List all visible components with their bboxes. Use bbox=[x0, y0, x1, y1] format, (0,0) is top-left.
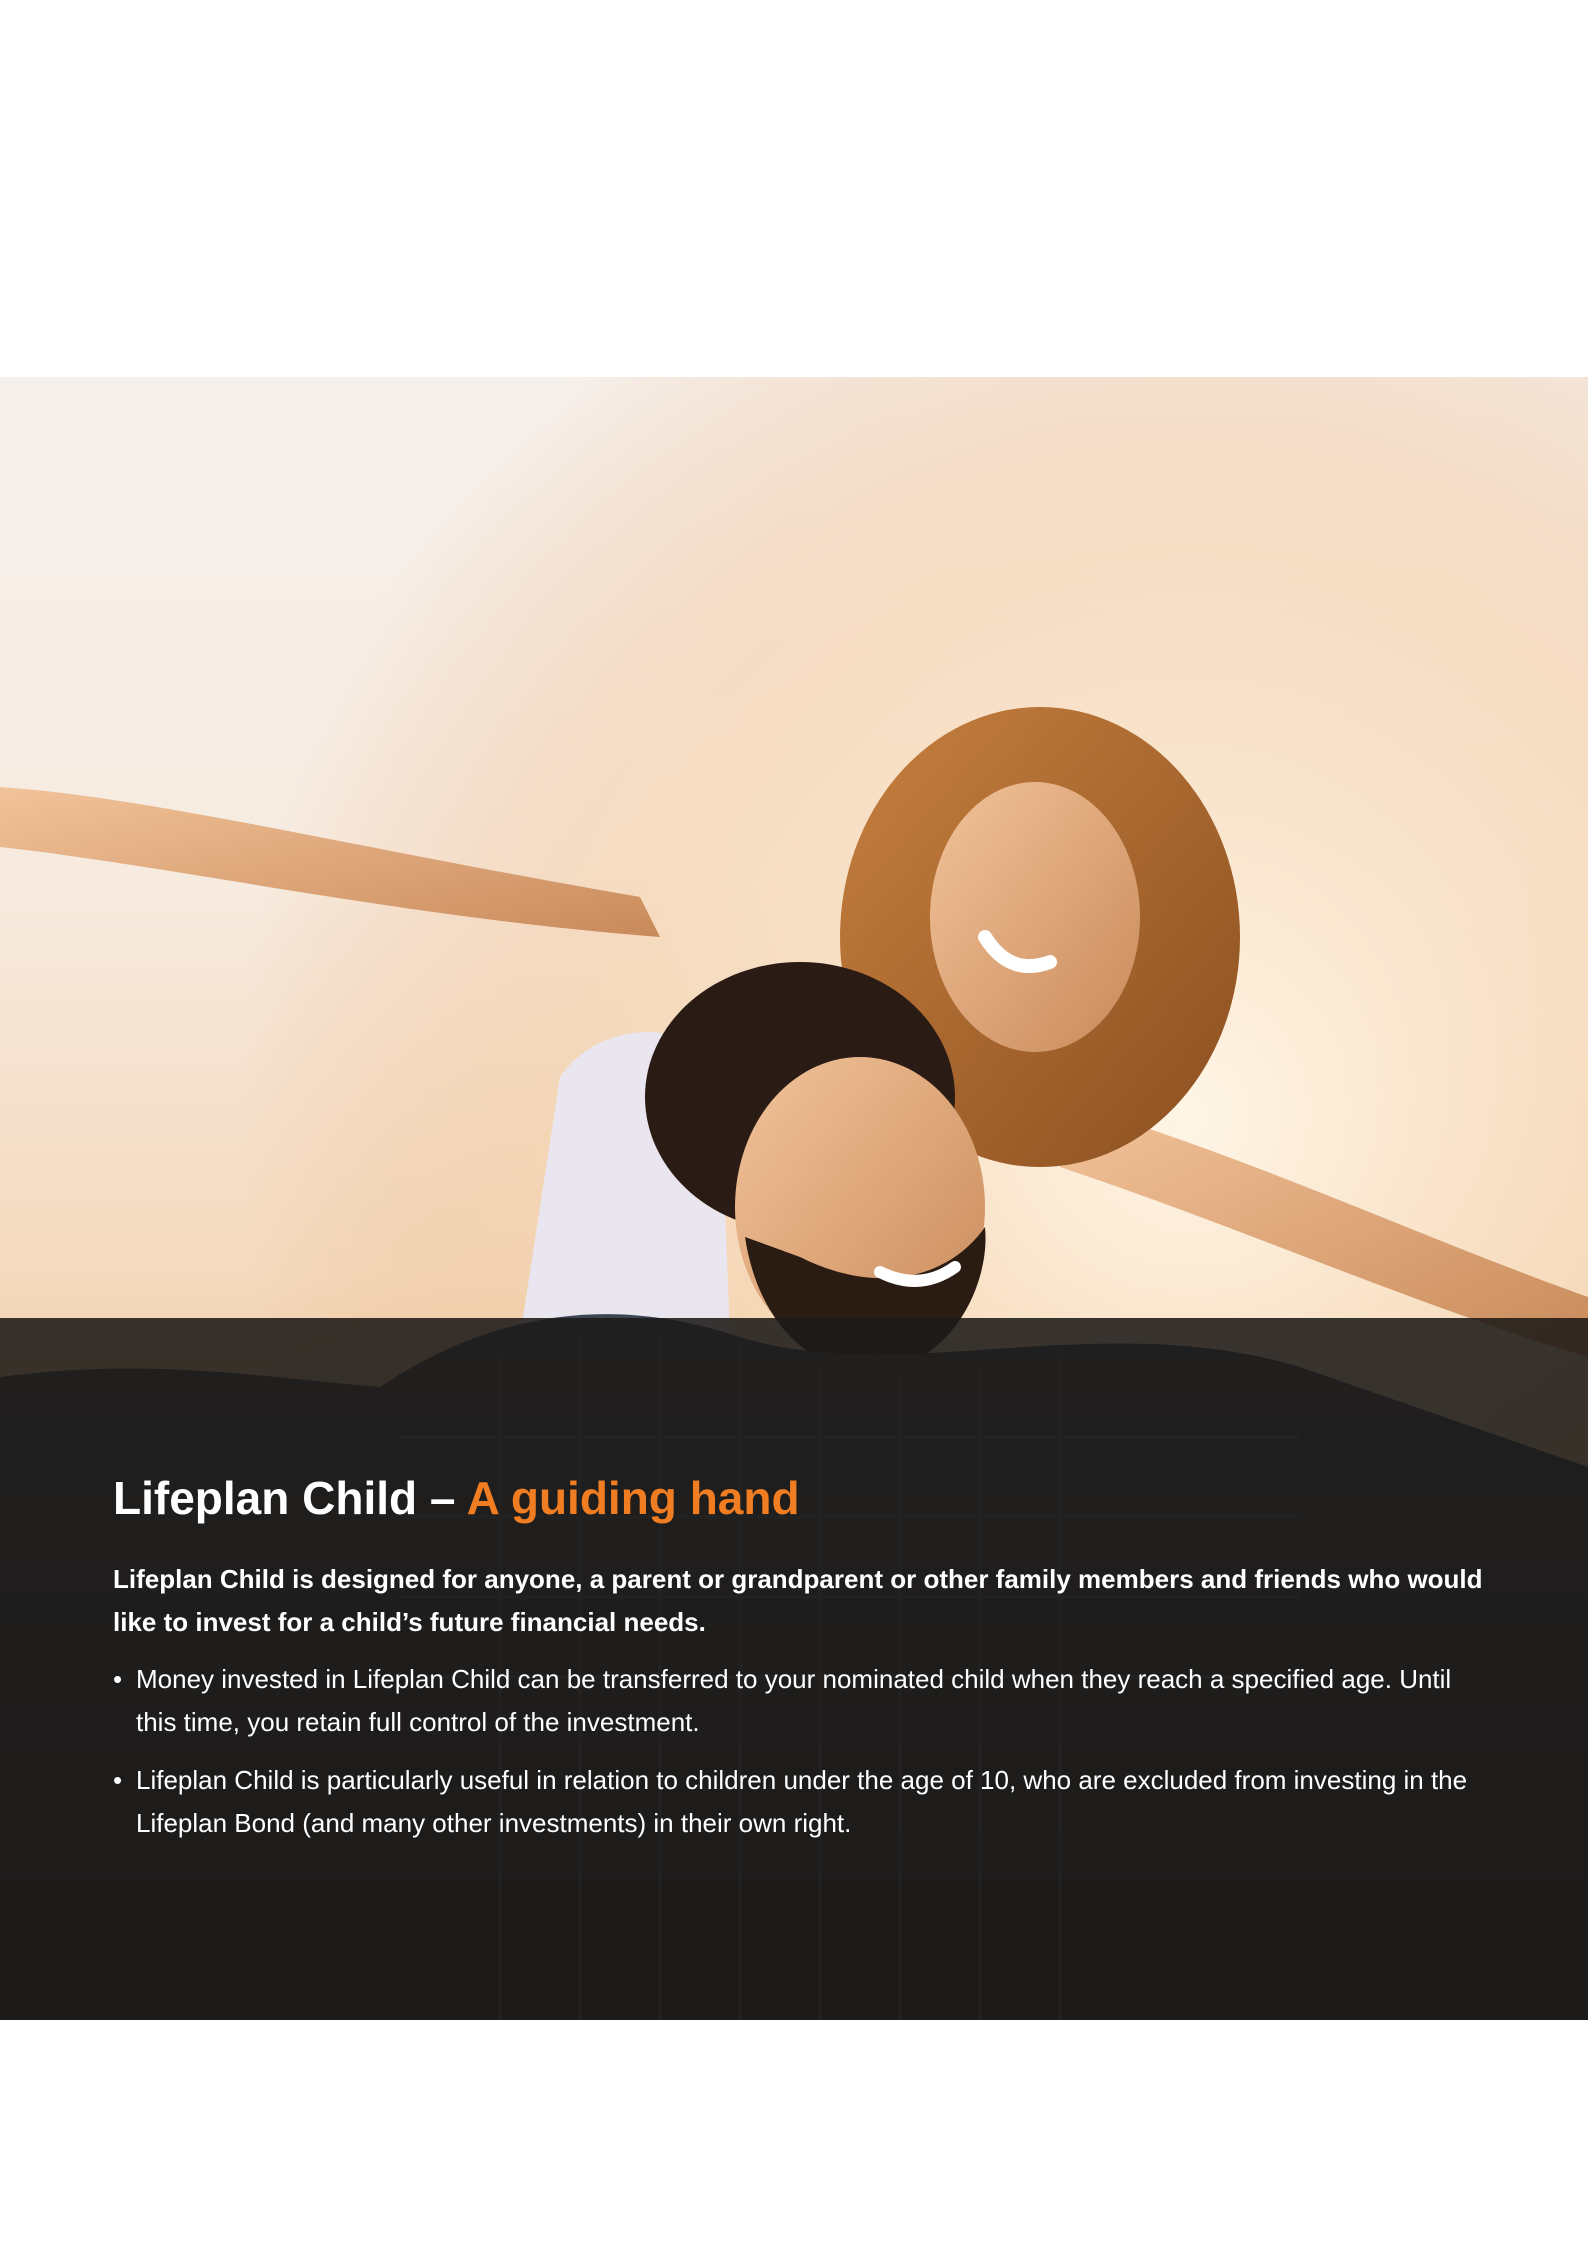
bullet-text: Money invested in Lifeplan Child can be … bbox=[136, 1664, 1452, 1737]
bullet-icon: • bbox=[113, 1765, 123, 1795]
bullet-icon: • bbox=[113, 1664, 123, 1694]
intro-paragraph: Lifeplan Child is designed for anyone, a… bbox=[113, 1564, 1483, 1637]
bullet-item: • Lifeplan Child is particularly useful i… bbox=[113, 1759, 1483, 1845]
heading-separator: – bbox=[429, 1472, 456, 1524]
heading-title: Lifeplan Child bbox=[113, 1472, 418, 1524]
section-heading: Lifeplan Child – A guiding hand bbox=[113, 1470, 1483, 1526]
bullet-list: • Money invested in Lifeplan Child can be… bbox=[113, 1658, 1483, 1845]
bullet-text: Lifeplan Child is particularly useful in… bbox=[136, 1765, 1468, 1838]
bullet-item: • Money invested in Lifeplan Child can be… bbox=[113, 1658, 1483, 1744]
section-content: Lifeplan Child – A guiding hand Lifeplan… bbox=[113, 1470, 1483, 1860]
heading-accent: A guiding hand bbox=[466, 1472, 800, 1524]
